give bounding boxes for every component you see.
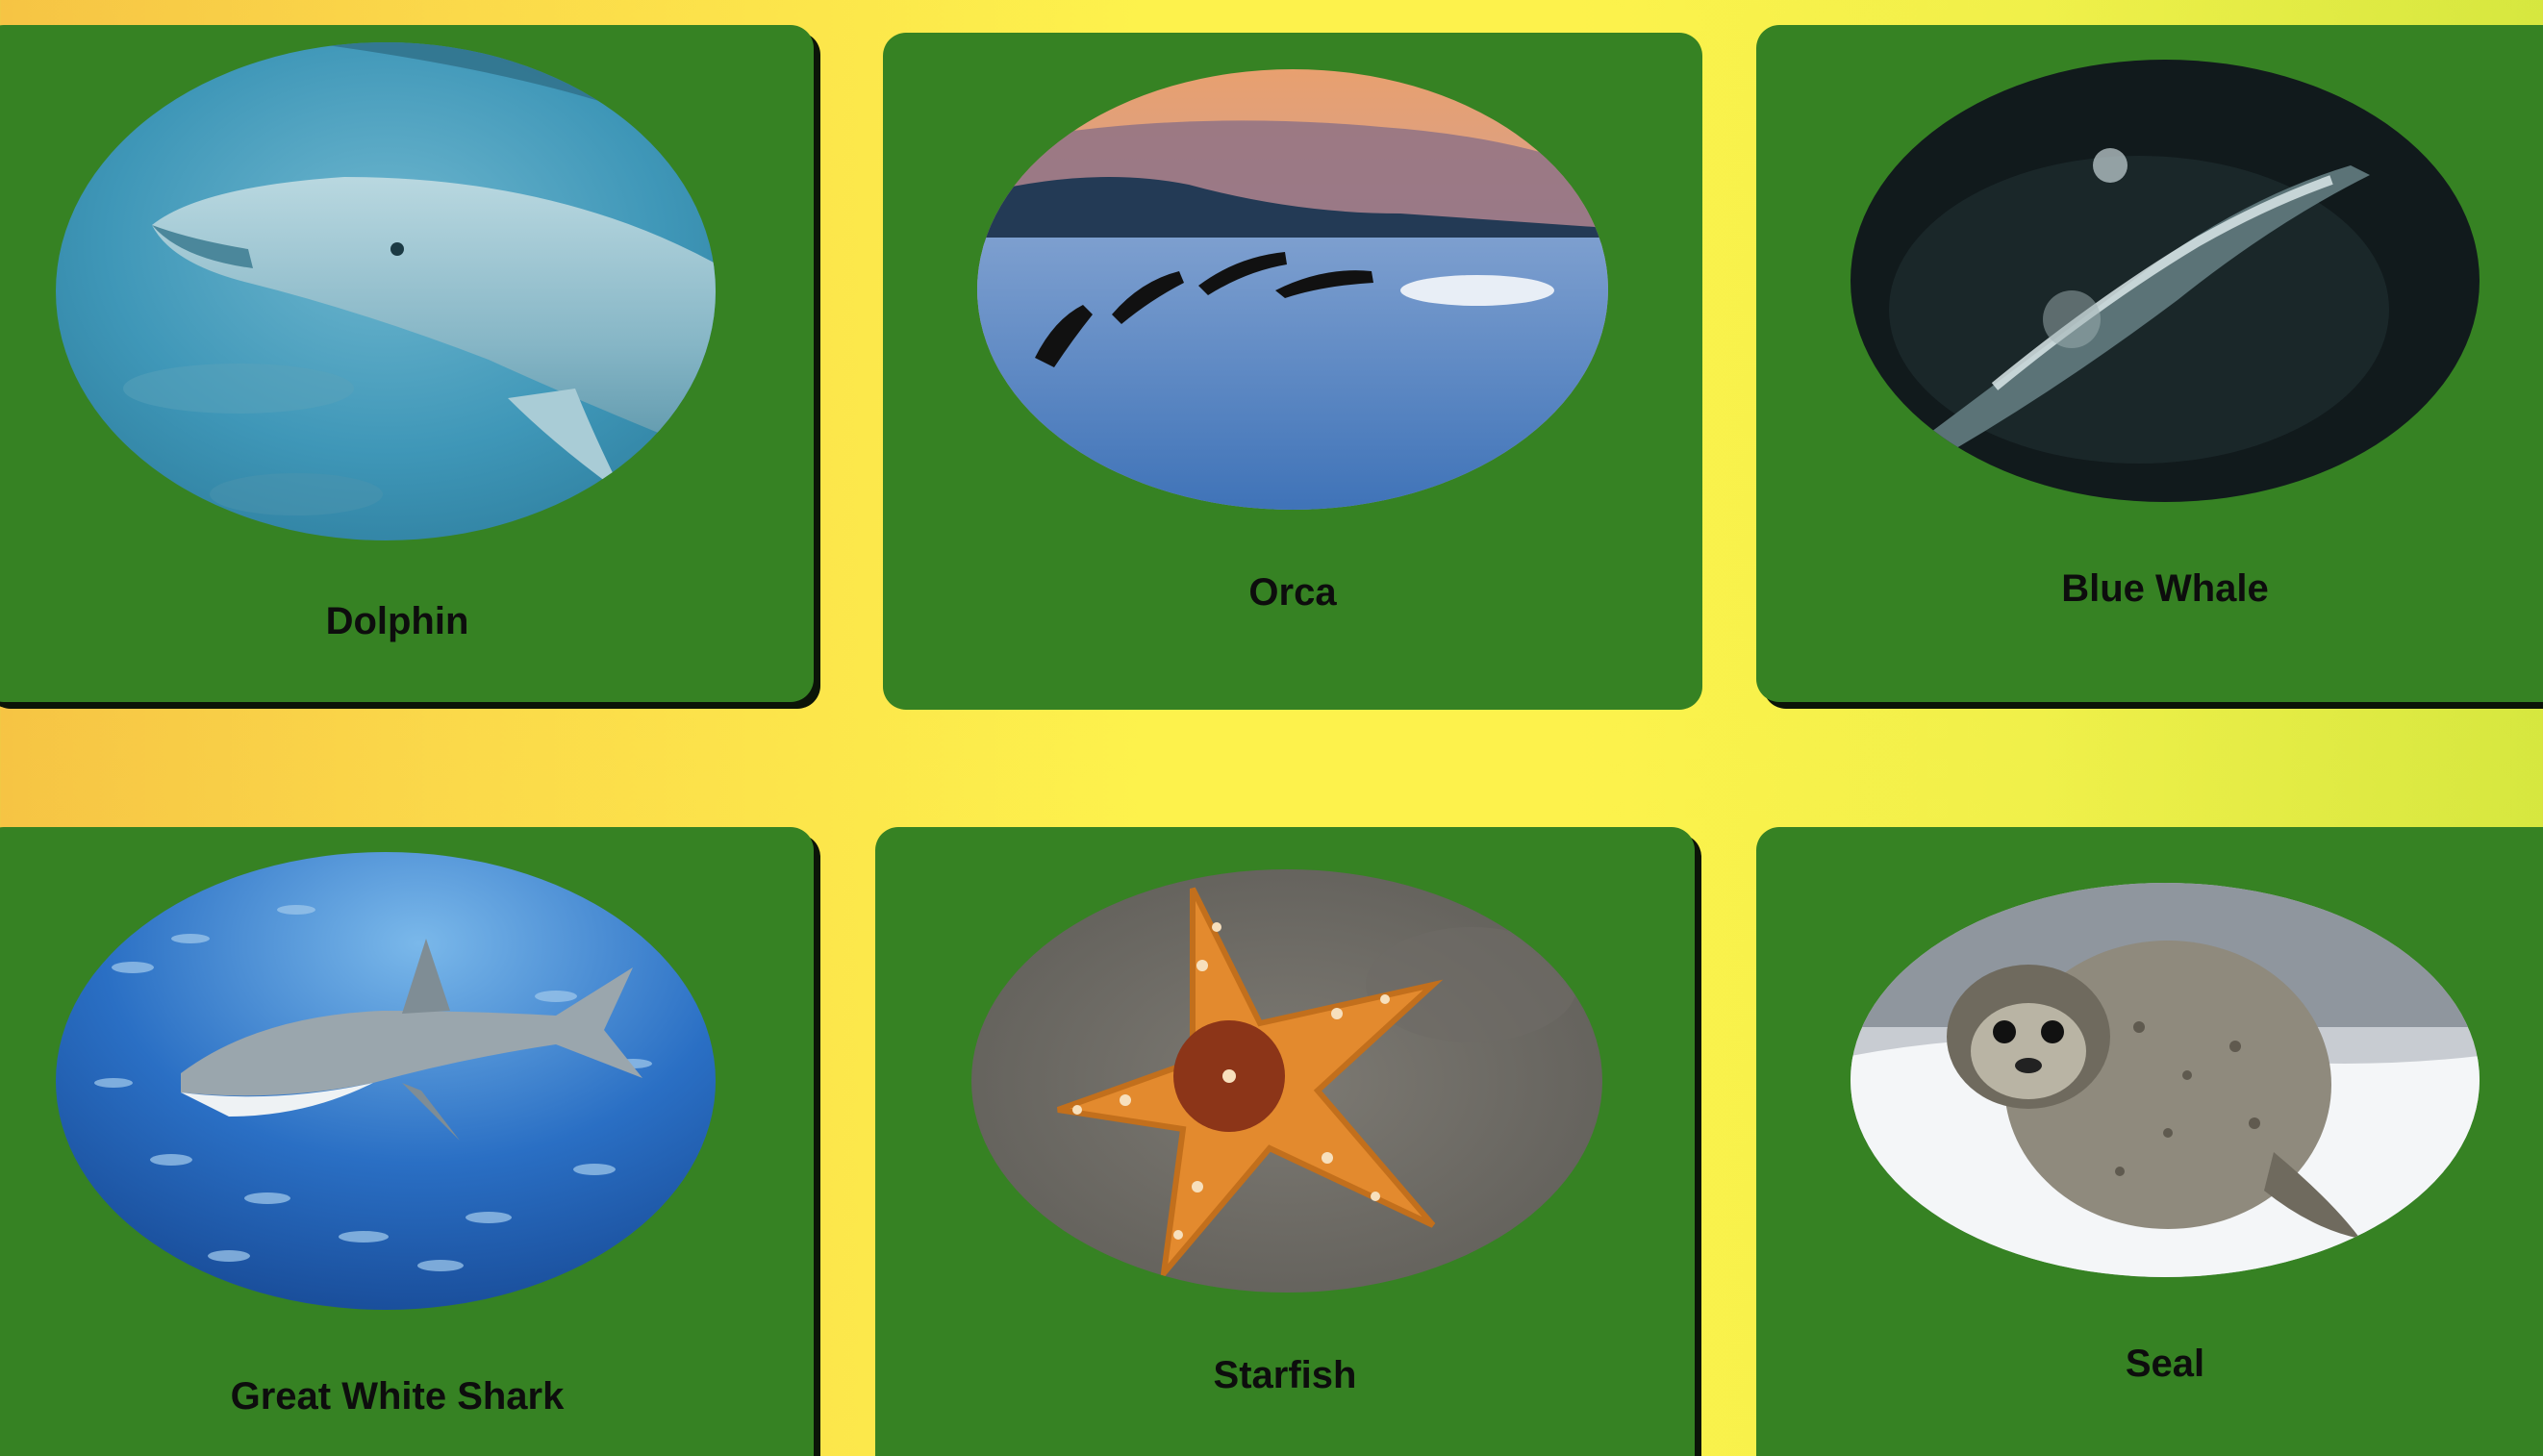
card-dolphin[interactable]: Dolphin xyxy=(0,25,814,702)
card-label: Blue Whale xyxy=(2061,567,2269,610)
blue-whale-photo xyxy=(1851,60,2480,502)
great-white-shark-photo xyxy=(56,852,716,1310)
card-label: Starfish xyxy=(1213,1354,1357,1396)
card-label: Seal xyxy=(2125,1343,2205,1385)
orca-photo xyxy=(977,69,1608,510)
card-starfish[interactable]: Starfish xyxy=(875,827,1695,1456)
dolphin-photo xyxy=(56,42,716,540)
card-blue-whale[interactable]: Blue Whale xyxy=(1756,25,2543,702)
card-seal[interactable]: Seal xyxy=(1756,827,2543,1456)
card-orca[interactable]: Orca xyxy=(883,33,1702,710)
card-label: Great White Shark xyxy=(230,1375,565,1418)
starfish-photo xyxy=(971,869,1602,1293)
card-great-white-shark[interactable]: Great White Shark xyxy=(0,827,814,1456)
card-label: Orca xyxy=(1248,571,1337,614)
card-label: Dolphin xyxy=(325,600,469,642)
seal-photo xyxy=(1851,883,2480,1277)
